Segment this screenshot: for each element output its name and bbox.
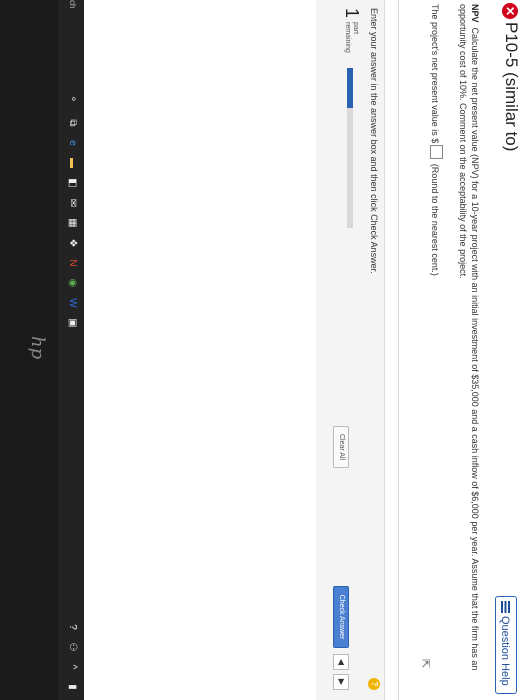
hp-logo: hp (27, 336, 48, 360)
divider (398, 0, 399, 700)
chevron-up-icon[interactable]: ^ (65, 660, 79, 674)
progress-bar (347, 68, 353, 228)
parts-remaining-count: 1 (342, 8, 362, 19)
previous-question-button[interactable]: ◀ (333, 654, 349, 670)
question-help-label: Question Help (499, 616, 511, 686)
help-tray-icon[interactable]: ? (65, 620, 79, 634)
word-icon[interactable]: W (65, 296, 79, 310)
question-title: P10-5 (similar to) (502, 22, 521, 152)
dropbox-icon[interactable]: ❖ (65, 236, 79, 250)
parts-remaining-label: part remaining (344, 22, 359, 53)
netflix-icon[interactable]: N (65, 256, 79, 270)
help-circle-icon[interactable]: ? (368, 678, 380, 690)
question-header: ✕ P10-5 (similar to) Question Help (482, 0, 525, 700)
file-explorer-icon[interactable]: ▬ (65, 156, 79, 170)
incorrect-x-icon: ✕ (502, 3, 518, 19)
task-view-icon[interactable]: ⧉ (65, 116, 79, 130)
answer-input[interactable] (430, 145, 443, 160)
cursor-icon: ⇱ (419, 659, 431, 669)
person-icon[interactable]: ⚇ (65, 640, 79, 654)
question-body: Calculate the net present value (NPV) fo… (458, 4, 480, 671)
question-text: NPV Calculate the net present value (NPV… (457, 4, 481, 694)
question-help-button[interactable]: Question Help (495, 596, 517, 694)
answer-footer: Enter your answer in the answer box and … (316, 0, 385, 700)
mic-icon[interactable]: ⚬ (65, 92, 79, 106)
taskbar-search[interactable]: ch (68, 0, 77, 8)
edge-icon[interactable]: e (65, 136, 79, 150)
progress-fill (347, 68, 353, 108)
list-icon (501, 601, 510, 613)
question-content: NPV Calculate the net present value (NPV… (53, 0, 483, 700)
photos-icon[interactable]: ▣ (65, 316, 79, 330)
check-answer-button[interactable]: Check Answer (333, 586, 349, 648)
next-question-button[interactable]: ▶ (333, 674, 349, 690)
question-topic: NPV (470, 4, 480, 23)
screen: ✕ P10-5 (similar to) Question Help NPV C… (0, 0, 525, 700)
mail-icon[interactable]: ✉ (65, 196, 79, 210)
taskbar: ch ⚬ ⧉ e ▬ ◧ ✉ ▦ ❖ N ◉ W ▣ ? ⚇ ^ ▮ (58, 0, 84, 700)
answer-suffix: (Round to the nearest cent.) (430, 163, 440, 276)
answer-line: The project's net present value is $ (Ro… (430, 4, 443, 276)
store-icon[interactable]: ◧ (65, 176, 79, 190)
apps-icon[interactable]: ▦ (65, 216, 79, 230)
chrome-icon[interactable]: ◉ (65, 276, 79, 290)
answer-prefix: The project's net present value is $ (430, 4, 440, 144)
instruction-text: Enter your answer in the answer box and … (369, 8, 379, 274)
laptop-bezel: hp (0, 0, 58, 700)
battery-icon[interactable]: ▮ (65, 680, 79, 694)
clear-all-button[interactable]: Clear All (333, 426, 349, 468)
